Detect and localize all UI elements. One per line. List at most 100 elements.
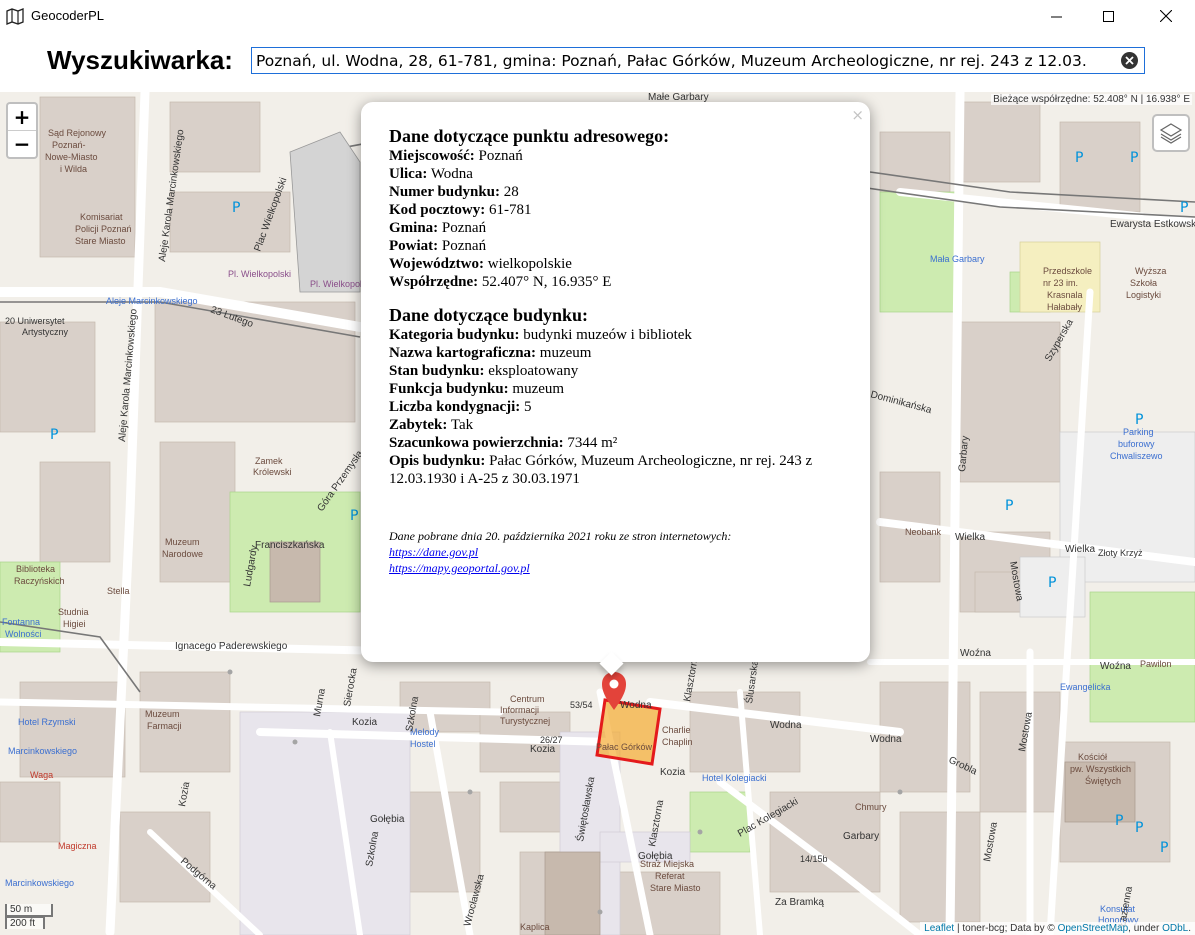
svg-text:Królewski: Królewski [253, 467, 292, 477]
clear-search-button[interactable] [1121, 52, 1138, 69]
layers-button[interactable] [1152, 114, 1190, 152]
svg-text:Wielka: Wielka [955, 532, 985, 543]
building-row-value: 5 [524, 399, 532, 415]
svg-text:Poznań-: Poznań- [52, 140, 86, 150]
building-row-key: Funkcja budynku: [389, 381, 509, 397]
leaflet-link[interactable]: Leaflet [924, 923, 954, 934]
building-row: Funkcja budynku: muzeum [389, 380, 849, 398]
svg-text:Pałac Górków: Pałac Górków [596, 742, 653, 752]
building-row-value: muzeum [539, 345, 592, 361]
popup-body: Dane dotyczące punktu adresowego: Miejsc… [389, 126, 849, 576]
zoom-out-button[interactable]: − [8, 130, 36, 157]
svg-text:Wodna: Wodna [770, 720, 802, 731]
svg-text:Wodna: Wodna [870, 734, 902, 745]
svg-text:buforowy: buforowy [1118, 439, 1155, 449]
odbl-link[interactable]: ODbL [1162, 923, 1188, 934]
clear-icon [1125, 56, 1134, 65]
svg-text:Stare Miasto: Stare Miasto [650, 883, 701, 893]
osm-link[interactable]: OpenStreetMap [1058, 923, 1129, 934]
close-window-button[interactable] [1143, 0, 1189, 32]
maximize-button[interactable] [1085, 0, 1131, 32]
address-row: Powiat: Poznań [389, 237, 849, 255]
svg-text:Pawilon: Pawilon [1140, 659, 1172, 669]
search-input[interactable] [256, 48, 1118, 73]
address-row-key: Współrzędne: [389, 274, 479, 290]
svg-text:P: P [1115, 813, 1123, 829]
address-row-value: wielkopolskie [487, 256, 572, 272]
coordinate-readout: Bieżące współrzędne: 52.408° N | 16.938°… [991, 94, 1192, 105]
geoportal-link[interactable]: https://mapy.geoportal.gov.pl [389, 560, 849, 576]
svg-text:Raczyńskich: Raczyńskich [14, 576, 65, 586]
svg-text:Biblioteka: Biblioteka [16, 564, 55, 574]
layers-icon [1159, 123, 1183, 144]
building-row-value: 7344 m² [567, 435, 618, 451]
address-row-key: Numer budynku: [389, 184, 501, 200]
svg-text:Woźna: Woźna [1100, 661, 1131, 672]
svg-text:Dominikańska: Dominikańska [869, 389, 933, 416]
svg-text:Kozia: Kozia [177, 781, 192, 808]
svg-text:Hotel Kolegiacki: Hotel Kolegiacki [702, 773, 767, 783]
svg-text:P: P [1130, 150, 1138, 166]
svg-text:Ewangelicka: Ewangelicka [1060, 682, 1111, 692]
dane-gov-link[interactable]: https://dane.gov.pl [389, 544, 849, 560]
svg-text:Informacji: Informacji [500, 705, 539, 715]
popup-close-button[interactable]: × [851, 106, 864, 124]
svg-text:P: P [1048, 575, 1056, 591]
svg-text:Kozia: Kozia [352, 717, 377, 728]
svg-text:P: P [232, 200, 240, 216]
svg-text:Charlie: Charlie [662, 725, 691, 735]
building-row-value: budynki muzeów i bibliotek [523, 327, 692, 343]
map[interactable]: Małe Garbary Sąd Rejonowy Poznań- Nowe-M… [0, 92, 1195, 935]
svg-text:Krasnala: Krasnala [1047, 290, 1083, 300]
svg-text:Ewarysta Estkowskiego: Ewarysta Estkowskiego [1110, 219, 1195, 230]
svg-text:Gołębia: Gołębia [370, 814, 405, 825]
scale-bar: 50 m 200 ft [5, 904, 53, 929]
building-row-key: Liczba kondygnacji: [389, 399, 521, 415]
svg-text:Za Bramką: Za Bramką [775, 897, 824, 908]
svg-text:P: P [1075, 150, 1083, 166]
attribution-text-3: . [1188, 923, 1191, 934]
building-row-value: muzeum [512, 381, 565, 397]
address-row-value: 61-781 [489, 202, 532, 218]
svg-text:Narodowe: Narodowe [162, 549, 203, 559]
svg-text:Policji Poznań: Policji Poznań [75, 224, 132, 234]
svg-text:P: P [1005, 498, 1013, 514]
building-row: Szacunkowa powierzchnia: 7344 m² [389, 434, 849, 452]
svg-text:Kozia: Kozia [530, 744, 555, 755]
svg-text:Marcinkowskiego: Marcinkowskiego [5, 878, 74, 888]
svg-text:Komisariat: Komisariat [80, 212, 123, 222]
building-row: Zabytek: Tak [389, 416, 849, 434]
attribution-text-2: , under [1128, 923, 1163, 934]
svg-text:Ignacego Paderewskiego: Ignacego Paderewskiego [175, 641, 288, 652]
address-row-key: Ulica: [389, 166, 428, 182]
svg-text:P: P [1135, 820, 1143, 836]
search-box [251, 47, 1145, 74]
building-row-key: Opis budynku: [389, 453, 486, 469]
svg-text:Logistyki: Logistyki [1126, 290, 1161, 300]
svg-text:Centrum: Centrum [510, 694, 545, 704]
svg-text:P: P [50, 427, 58, 443]
info-popup: × Dane dotyczące punktu adresowego: Miej… [361, 102, 870, 676]
svg-text:Mała Garbary: Mała Garbary [930, 254, 985, 264]
address-row-key: Gmina: [389, 220, 439, 236]
svg-text:Mostowa: Mostowa [982, 821, 1000, 863]
minimize-button[interactable] [1033, 0, 1079, 32]
address-row-value: 28 [503, 184, 519, 200]
svg-text:Szkoła: Szkoła [1130, 278, 1157, 288]
building-header: Dane dotyczące budynku: [389, 305, 589, 325]
svg-text:Hałabały: Hałabały [1047, 302, 1083, 312]
address-row-key: Kod pocztowy: [389, 202, 486, 218]
svg-text:Franciszkańska: Franciszkańska [255, 540, 325, 551]
svg-text:Hostel: Hostel [410, 739, 436, 749]
svg-text:Waga: Waga [30, 770, 53, 780]
svg-text:Wyższa: Wyższa [1135, 266, 1166, 276]
building-row-value: eksploatowany [488, 363, 579, 379]
building-row-key: Szacunkowa powierzchnia: [389, 435, 564, 451]
address-row: Miejscowość: Poznań [389, 147, 849, 165]
svg-text:Nowe-Miasto: Nowe-Miasto [45, 152, 98, 162]
svg-text:Straż Miejska: Straż Miejska [640, 859, 694, 869]
zoom-in-button[interactable]: + [8, 104, 36, 130]
address-row-value: Poznań [441, 220, 487, 236]
attribution-text: | toner-bcg; Data by © [954, 923, 1058, 934]
svg-text:Kozia: Kozia [660, 767, 685, 778]
